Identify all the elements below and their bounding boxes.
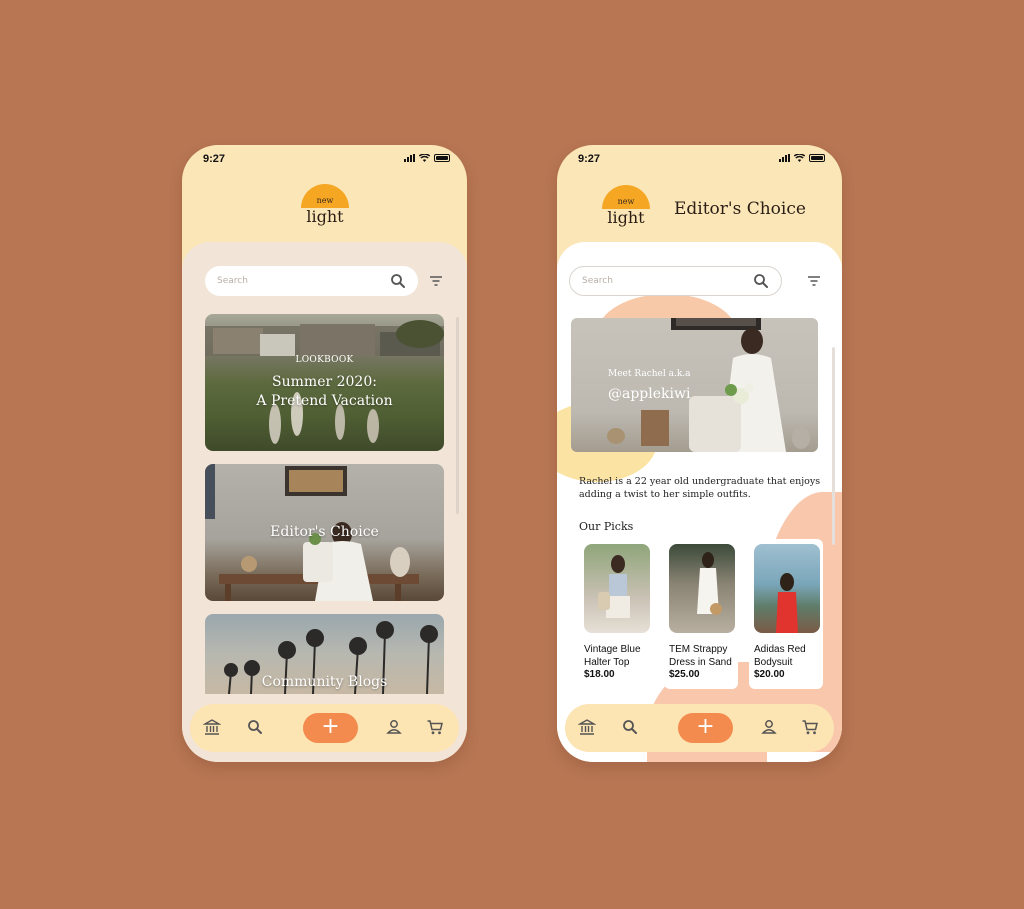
cart-icon[interactable]: [801, 718, 819, 736]
logo-new-text: new: [316, 196, 334, 205]
editors-choice-card-title: Editor's Choice: [270, 524, 379, 540]
feature-subtitle: Meet Rachel a.k.a: [608, 369, 691, 379]
logo-light-text: light: [306, 207, 344, 226]
status-time: 9:27: [203, 153, 226, 165]
wifi-icon: [419, 154, 430, 162]
signal-icon: [779, 154, 790, 162]
lookbook-kicker: LOOKBOOK: [295, 354, 354, 365]
bottom-nav: +: [565, 704, 834, 752]
add-button[interactable]: +: [303, 713, 358, 743]
status-icons: [779, 154, 825, 162]
product-thumbnail: [754, 544, 820, 633]
featured-editor-photo: [607, 318, 810, 452]
profile-icon[interactable]: [385, 718, 403, 736]
home-icon[interactable]: [578, 718, 596, 736]
app-logo: new light: [596, 185, 656, 235]
search-bar[interactable]: Search: [205, 266, 418, 296]
product-card[interactable]: TEM Strappy Dress in Sand $25.00: [664, 539, 738, 689]
scrollbar[interactable]: [456, 317, 459, 514]
app-logo: new light: [295, 184, 355, 234]
product-name: Adidas Red Bodysuit: [754, 644, 806, 668]
product-price: $18.00: [584, 669, 615, 680]
status-bar: 9:27: [557, 145, 842, 173]
product-name: TEM Strappy Dress in Sand: [669, 644, 732, 668]
community-blogs-card[interactable]: Community Blogs: [205, 614, 444, 694]
profile-icon[interactable]: [760, 718, 778, 736]
product-photo: [598, 555, 630, 618]
battery-icon: [809, 154, 825, 162]
search-bar[interactable]: Search: [569, 266, 782, 296]
lookbook-title-line1: Summer 2020:: [272, 373, 377, 390]
status-icons: [404, 154, 450, 162]
search-icon[interactable]: [246, 718, 264, 736]
search-input[interactable]: Search: [217, 276, 390, 286]
product-price: $25.00: [669, 669, 700, 680]
product-photo: [697, 552, 722, 615]
community-blogs-title: Community Blogs: [261, 674, 388, 690]
search-icon[interactable]: [621, 718, 639, 736]
editors-choice-card[interactable]: Editor's Choice: [205, 464, 444, 601]
product-thumbnail: [584, 544, 650, 633]
feature-handle[interactable]: @applekiwi: [608, 386, 690, 402]
status-bar: 9:27: [182, 145, 467, 173]
product-photo: [776, 573, 798, 633]
cart-icon[interactable]: [426, 718, 444, 736]
battery-icon: [434, 154, 450, 162]
logo-light-text: light: [607, 208, 645, 227]
product-thumbnail: [669, 544, 735, 633]
logo-new-text: new: [617, 197, 635, 206]
lookbook-card[interactable]: LOOKBOOK Summer 2020: A Pretend Vacation: [205, 314, 444, 451]
search-icon[interactable]: [390, 273, 406, 289]
our-picks-heading: Our Picks: [579, 520, 634, 533]
add-button[interactable]: +: [678, 713, 733, 743]
product-price: $20.00: [754, 669, 785, 680]
search-input[interactable]: Search: [582, 276, 753, 286]
phone-editors-choice-screen: 9:27 new light Editor's Choice Search Me…: [557, 145, 842, 762]
search-icon[interactable]: [753, 273, 769, 289]
signal-icon: [404, 154, 415, 162]
product-card[interactable]: Vintage Blue Halter Top $18.00: [579, 539, 653, 689]
filter-icon[interactable]: [429, 275, 443, 287]
lookbook-title-line2: A Pretend Vacation: [256, 392, 393, 409]
product-name: Vintage Blue Halter Top: [584, 644, 641, 668]
bottom-nav: +: [190, 704, 459, 752]
status-time: 9:27: [578, 153, 601, 165]
editor-bio: Rachel is a 22 year old undergraduate th…: [579, 476, 821, 500]
scrollbar[interactable]: [832, 347, 835, 545]
page-title: Editor's Choice: [674, 199, 806, 219]
featured-editor-card[interactable]: Meet Rachel a.k.a @applekiwi: [571, 318, 818, 452]
home-icon[interactable]: [203, 718, 221, 736]
phone-home-screen: 9:27 new light Search LOOKBOOK Summer 20…: [182, 145, 467, 762]
filter-icon[interactable]: [807, 275, 821, 287]
wifi-icon: [794, 154, 805, 162]
product-card[interactable]: Adidas Red Bodysuit $20.00: [749, 539, 823, 689]
